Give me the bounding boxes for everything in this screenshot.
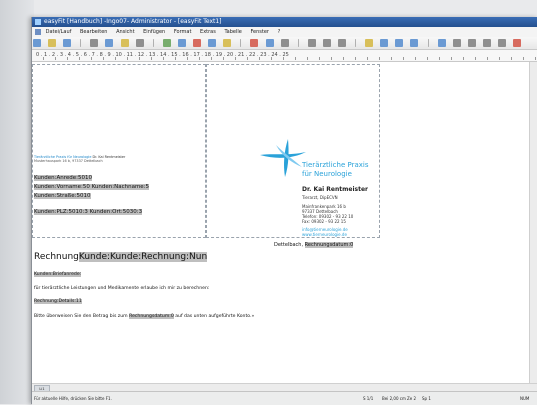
status-page: S 1/1 [363,396,374,401]
insert-field-icon[interactable] [513,39,522,47]
contact-web: www.tierneurologie.de [302,232,347,237]
status-position: Bei 2,00 cm [382,396,406,401]
heading-prefix: Rechnung [34,252,79,262]
address-street[interactable]: Kunden:Straße:5010 [34,193,91,199]
document-page[interactable]: Tierärztliche Praxis für Neurologie Dr. … [32,62,537,391]
bold-icon[interactable] [307,39,316,47]
cut-icon[interactable] [90,39,99,47]
closing-pre: Bitte überweisen Sie den Betrag bis zum [34,314,128,319]
menu-edit[interactable]: Bearbeiten [80,27,107,37]
status-bar: Für aktuelle Hilfe, drücken Sie bitte F1… [32,391,537,405]
menu-file[interactable]: Datei/Lauf [46,27,72,37]
find-icon[interactable] [135,39,144,47]
title-bar[interactable]: easyFit [Handbuch] -Ingo07- Administrato… [32,17,537,27]
field-city[interactable]: Kunden:PLZ:5010:3 Kunden:Ort:5030:3 [34,209,143,215]
print-preview-icon[interactable] [162,39,171,47]
logo-line-1: Tierärztliche Praxis [302,161,369,169]
doctor-name: Dr. Kai Rentmeister [302,186,368,193]
closing-line[interactable]: Bitte überweisen Sie den Betrag bis zum … [34,314,254,319]
doctor-title: Tierarzt, DipECVN [302,195,338,200]
underline-icon[interactable] [337,39,346,47]
menu-format[interactable]: Format [174,27,192,37]
indent-icon[interactable] [437,39,446,47]
horizontal-ruler[interactable]: 0 . 1 . 2 . 3 . 4 . 5 . 6 . 7 . 8 . 9 . … [32,50,537,62]
font-color-icon[interactable] [250,39,259,47]
app-icon [35,19,41,25]
status-mode: NUM [520,396,530,401]
address-anrede[interactable]: Kunden:Anrede:5010 [34,175,93,181]
status-line: Ze 2 [407,396,417,401]
new-document-icon[interactable] [33,39,41,47]
logo-line-2: für Neurologie [302,170,352,178]
window-title: easyFit [Handbuch] -Ingo07- Administrato… [44,18,222,25]
align-center-icon[interactable] [380,39,389,47]
open-folder-icon[interactable] [48,39,57,47]
menu-tools[interactable]: Extras [200,27,216,37]
logo-wordmark: Tierärztliche Praxis für Neurologie [302,161,368,179]
field-salutation[interactable]: Kunden:Briefanrede: [34,272,82,277]
table-icon[interactable] [208,39,217,47]
align-left-icon[interactable] [365,39,374,47]
contact-fax: Fax: 09302 - 93 22 15 [302,219,346,224]
highlight-icon[interactable] [265,39,274,47]
down-arrow-icon[interactable] [482,39,491,47]
sender-address: Musterhauspark 16 b, 97337 Dettelbach [34,159,103,163]
salutation-line[interactable]: Kunden:Briefanrede: [34,272,82,277]
address-city[interactable]: Kunden:PLZ:5010:3 Kunden:Ort:5030:3 [34,209,143,215]
italic-icon[interactable] [322,39,331,47]
field-anrede[interactable]: Kunden:Anrede:5010 [34,175,93,181]
toolbar-separator [152,39,154,47]
paste-icon[interactable] [120,39,129,47]
place-date-line[interactable]: Dettelbach, Rechnungsdatum:0 [274,242,354,248]
toolbar-separator [297,39,299,47]
field-name[interactable]: Kunden:Vorname:50 Kunden:Nachname:5 [34,184,150,190]
help-icon[interactable] [223,39,232,47]
place-text: Dettelbach, [274,242,304,248]
vertical-scrollbar[interactable] [529,62,537,391]
ruler-scale: 0 . 1 . 2 . 3 . 4 . 5 . 6 . 7 . 8 . 9 . … [36,52,289,58]
pilcrow-icon[interactable] [498,39,506,47]
menu-view[interactable]: Ansicht [116,27,134,37]
toolbar-separator [355,39,357,47]
save-icon[interactable] [63,39,72,47]
document-icon[interactable] [35,29,41,35]
closing-post: auf das unten aufgeführte Konto.» [175,314,255,319]
menu-bar: Datei/Lauf Bearbeiten Ansicht Einfügen F… [32,27,537,37]
status-column: Sp 1 [422,396,431,401]
field-invoice-details[interactable]: Rechnung:Details:11 [34,299,82,304]
field-street[interactable]: Kunden:Straße:5010 [34,193,91,199]
menu-insert[interactable]: Einfügen [143,27,165,37]
details-line[interactable]: Rechnung:Details:11 [34,299,82,304]
field-invoice-number[interactable]: Kunde:Kunde:Rechnung:Nun [78,252,208,262]
address-name[interactable]: Kunden:Vorname:50 Kunden:Nachname:5 [34,184,150,190]
intro-line[interactable]: für tierärztliche Leistungen und Medikam… [34,286,209,291]
formatting-toolbar [32,37,537,50]
menu-window[interactable]: Fenster [250,27,269,37]
list-icon[interactable] [280,39,289,47]
toolbar-separator [80,39,82,47]
menu-table[interactable]: Tabelle [224,27,241,37]
desktop-background [0,0,34,404]
up-arrow-icon[interactable] [467,39,476,47]
field-invoice-date[interactable]: Rechnungsdatum:0 [304,242,354,248]
menu-help[interactable]: ? [278,27,281,37]
justify-icon[interactable] [410,39,419,47]
image-icon[interactable] [193,39,202,47]
copy-icon[interactable] [105,39,114,47]
print-icon[interactable] [177,39,186,47]
invoice-heading[interactable]: RechnungKunde:Kunde:Rechnung:Nun [34,252,208,262]
toolbar-separator [240,39,242,47]
status-help-text: Für aktuelle Hilfe, drücken Sie bitte F1… [34,396,112,401]
toolbar-separator [427,39,429,47]
field-due-date[interactable]: Rechnungsdatum:0 [129,314,174,319]
practice-logo [260,139,306,177]
application-window: easyFit [Handbuch] -Ingo07- Administrato… [31,17,537,405]
outdent-icon[interactable] [452,39,461,47]
align-right-icon[interactable] [395,39,404,47]
